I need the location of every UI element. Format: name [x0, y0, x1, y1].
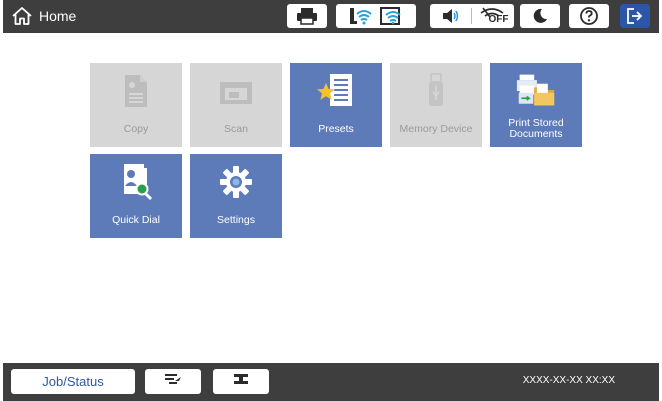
top-bar: Home OFF: [3, 0, 659, 33]
tile-presets[interactable]: Presets: [290, 63, 382, 147]
help-icon: [579, 6, 599, 26]
wifi-off-text: OFF: [488, 14, 509, 25]
sleep-button[interactable]: [520, 4, 560, 28]
sleep-icon: [531, 7, 549, 25]
quick-dial-icon: [116, 162, 156, 202]
tile-copy-label: Copy: [123, 122, 149, 135]
network-status-button[interactable]: [336, 4, 416, 28]
job-list-icon: [163, 372, 183, 391]
wifi-direct-icon: [348, 6, 372, 26]
printer-icon: [296, 7, 318, 25]
presets-icon: [316, 71, 356, 111]
tile-print-stored-documents[interactable]: Print Stored Documents: [490, 63, 582, 147]
scan-icon: [216, 71, 256, 111]
home-label: Home: [39, 8, 77, 24]
tile-print-stored-documents-label: Print Stored Documents: [508, 117, 564, 140]
tile-quick-dial-label: Quick Dial: [112, 213, 160, 226]
speaker-icon: [439, 7, 461, 25]
copy-icon: [116, 71, 156, 111]
job-status-button[interactable]: Job/Status: [11, 369, 135, 394]
gear-icon: [216, 162, 256, 202]
printer-status-button[interactable]: [287, 4, 327, 28]
sound-and-wifi-button[interactable]: OFF: [430, 4, 514, 28]
print-stored-documents-icon: [516, 71, 556, 111]
tile-quick-dial[interactable]: Quick Dial: [90, 154, 182, 238]
home-button[interactable]: Home: [11, 4, 76, 28]
tile-scan-label: Scan: [224, 122, 248, 135]
logout-button[interactable]: [620, 4, 650, 28]
wifi-off-icon: OFF: [478, 6, 509, 26]
tile-memory-device[interactable]: Memory Device: [390, 63, 482, 147]
job-list-button[interactable]: [145, 369, 201, 394]
bottom-bar: Job/Status XXXX-XX-XX XX:XX: [3, 363, 659, 401]
tile-copy[interactable]: Copy: [90, 63, 182, 147]
tile-memory-device-label: Memory Device: [399, 122, 473, 135]
memory-device-icon: [416, 71, 456, 111]
tile-settings-label: Settings: [217, 213, 255, 226]
status-divider: [470, 8, 472, 24]
wifi-icon: [380, 6, 404, 26]
printer-panel-screen: Home OFF Copy Scan Presets Memory Device…: [3, 0, 659, 401]
tile-scan[interactable]: Scan: [190, 63, 282, 147]
home-icon: [11, 6, 33, 26]
serial-datetime: XXXX-XX-XX XX:XX: [522, 375, 615, 386]
status-toggle-icon: [231, 372, 251, 391]
tile-presets-label: Presets: [318, 122, 354, 135]
status-toggle-button[interactable]: [213, 369, 269, 394]
logout-icon: [626, 7, 644, 25]
tile-settings[interactable]: Settings: [190, 154, 282, 238]
help-button[interactable]: [569, 4, 609, 28]
